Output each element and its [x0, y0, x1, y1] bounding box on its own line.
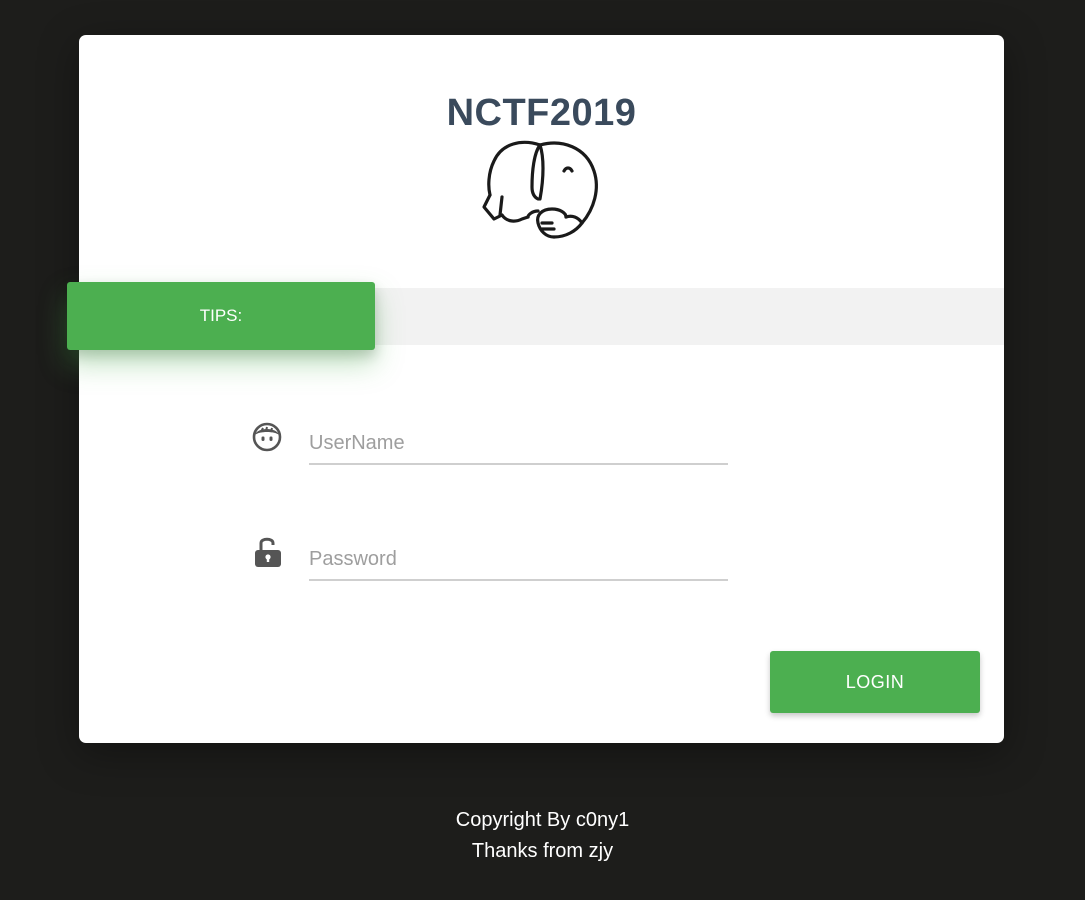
page-title: NCTF2019: [446, 92, 637, 134]
copyright-text: Copyright By c0ny1: [455, 809, 630, 831]
elephant-icon: [482, 140, 598, 239]
login-card: NCTF2019 UserName LOGIN: [79, 35, 1004, 743]
unlock-icon: [255, 537, 281, 567]
username-input[interactable]: [309, 423, 728, 465]
footer: Copyright By c0ny1 Thanks from zjy: [0, 805, 1085, 867]
tips-tab: TIPS:: [67, 282, 375, 350]
tips-message-bar: [375, 288, 1004, 345]
tips-label: TIPS:: [199, 306, 243, 325]
password-input[interactable]: [309, 539, 728, 581]
user-face-icon: [252, 422, 282, 452]
thanks-text: Thanks from zjy: [471, 840, 614, 862]
login-button[interactable]: LOGIN: [770, 651, 980, 713]
